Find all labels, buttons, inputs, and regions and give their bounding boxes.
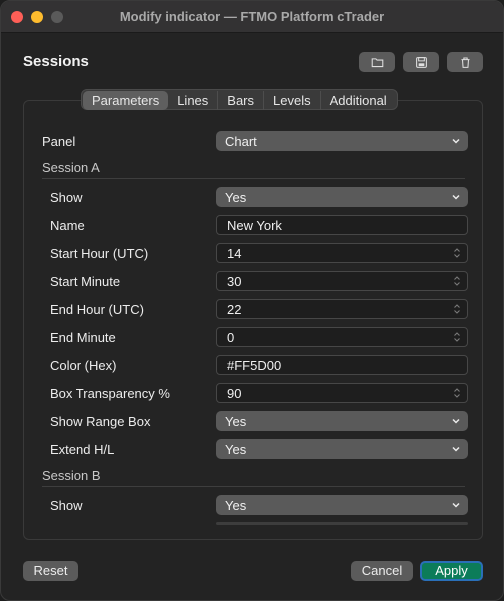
show-select-session-b[interactable]: Yes [216, 495, 468, 515]
input-value: New York [227, 218, 282, 233]
stepper-arrows-icon[interactable] [453, 303, 461, 315]
stepper-arrows-icon[interactable] [453, 387, 461, 399]
param-row-transparency: Box Transparency % 90 [24, 383, 482, 403]
section-divider [42, 486, 465, 487]
indicator-window: Modify indicator — FTMO Platform cTrader… [0, 0, 504, 601]
select-value: Yes [225, 190, 247, 205]
input-value: 90 [227, 386, 242, 401]
open-folder-button[interactable] [359, 52, 395, 72]
stepper-arrows-icon[interactable] [453, 331, 461, 343]
start-hour-stepper[interactable]: 14 [216, 243, 468, 263]
show-range-box-select[interactable]: Yes [216, 411, 468, 431]
tab-additional[interactable]: Additional [321, 91, 396, 110]
chevron-down-icon [452, 194, 460, 200]
name-input[interactable]: New York [216, 215, 468, 235]
param-label: Show [50, 498, 83, 513]
param-label: Name [50, 218, 85, 233]
param-row-range-box: Show Range Box Yes [24, 411, 482, 431]
param-row-name: Name New York [24, 215, 482, 235]
next-field-partial [216, 522, 468, 525]
parameters-panel: Panel Chart Session A Show Yes Name New … [23, 100, 483, 540]
param-label: End Hour (UTC) [50, 302, 144, 317]
chevron-down-icon [452, 418, 460, 424]
param-row-show-b: Show Yes [24, 495, 482, 515]
param-row-panel: Panel Chart [24, 131, 482, 151]
delete-button[interactable] [447, 52, 483, 72]
input-value: 14 [227, 246, 242, 261]
tab-bars[interactable]: Bars [218, 91, 265, 110]
show-select[interactable]: Yes [216, 187, 468, 207]
stepper-arrows-icon[interactable] [453, 247, 461, 259]
title-bar: Modify indicator — FTMO Platform cTrader [1, 1, 503, 33]
chevron-down-icon [452, 502, 460, 508]
page-title: Sessions [23, 53, 89, 70]
param-label: Panel [42, 134, 76, 149]
select-value: Yes [225, 442, 247, 457]
input-value: 0 [227, 330, 235, 345]
chevron-down-icon [452, 138, 460, 144]
save-icon [415, 56, 427, 68]
folder-icon [371, 57, 383, 67]
tab-bar: Parameters Lines Bars Levels Additional [81, 89, 398, 110]
transparency-stepper[interactable]: 90 [216, 383, 468, 403]
window-title: Modify indicator — FTMO Platform cTrader [119, 9, 385, 24]
select-value: Yes [225, 498, 247, 513]
panel-select[interactable]: Chart [216, 131, 468, 151]
tab-lines[interactable]: Lines [168, 91, 219, 110]
param-label: Start Minute [50, 274, 121, 289]
param-label: Show [50, 190, 83, 205]
reset-button[interactable]: Reset [23, 561, 78, 581]
section-heading-session-b: Session B [42, 468, 101, 483]
input-value: 22 [227, 302, 242, 317]
param-label: Color (Hex) [50, 358, 117, 373]
section-heading-session-a: Session A [42, 160, 100, 175]
param-label: End Minute [50, 330, 116, 345]
apply-button[interactable]: Apply [420, 561, 483, 581]
color-hex-input[interactable]: #FF5D00 [216, 355, 468, 375]
param-label: Box Transparency % [50, 386, 170, 401]
param-row-extend-hl: Extend H/L Yes [24, 439, 482, 459]
input-value: #FF5D00 [227, 358, 282, 373]
start-minute-stepper[interactable]: 30 [216, 271, 468, 291]
param-row-color: Color (Hex) #FF5D00 [24, 355, 482, 375]
input-value: 30 [227, 274, 242, 289]
param-row-start-minute: Start Minute 30 [24, 271, 482, 291]
select-value: Chart [225, 134, 257, 149]
chevron-down-icon [452, 446, 460, 452]
param-label: Show Range Box [50, 414, 151, 429]
end-hour-stepper[interactable]: 22 [216, 299, 468, 319]
param-label: Extend H/L [50, 442, 115, 457]
param-label: Start Hour (UTC) [50, 246, 149, 261]
tab-parameters[interactable]: Parameters [83, 91, 169, 110]
cancel-button[interactable]: Cancel [351, 561, 413, 581]
select-value: Yes [225, 414, 247, 429]
extend-hl-select[interactable]: Yes [216, 439, 468, 459]
param-row-start-hour: Start Hour (UTC) 14 [24, 243, 482, 263]
save-button[interactable] [403, 52, 439, 72]
trash-icon [460, 57, 470, 68]
section-divider [42, 178, 465, 179]
end-minute-stepper[interactable]: 0 [216, 327, 468, 347]
param-row-show-a: Show Yes [24, 187, 482, 207]
stepper-arrows-icon[interactable] [453, 275, 461, 287]
param-row-end-hour: End Hour (UTC) 22 [24, 299, 482, 319]
param-row-end-minute: End Minute 0 [24, 327, 482, 347]
tab-levels[interactable]: Levels [264, 91, 321, 110]
